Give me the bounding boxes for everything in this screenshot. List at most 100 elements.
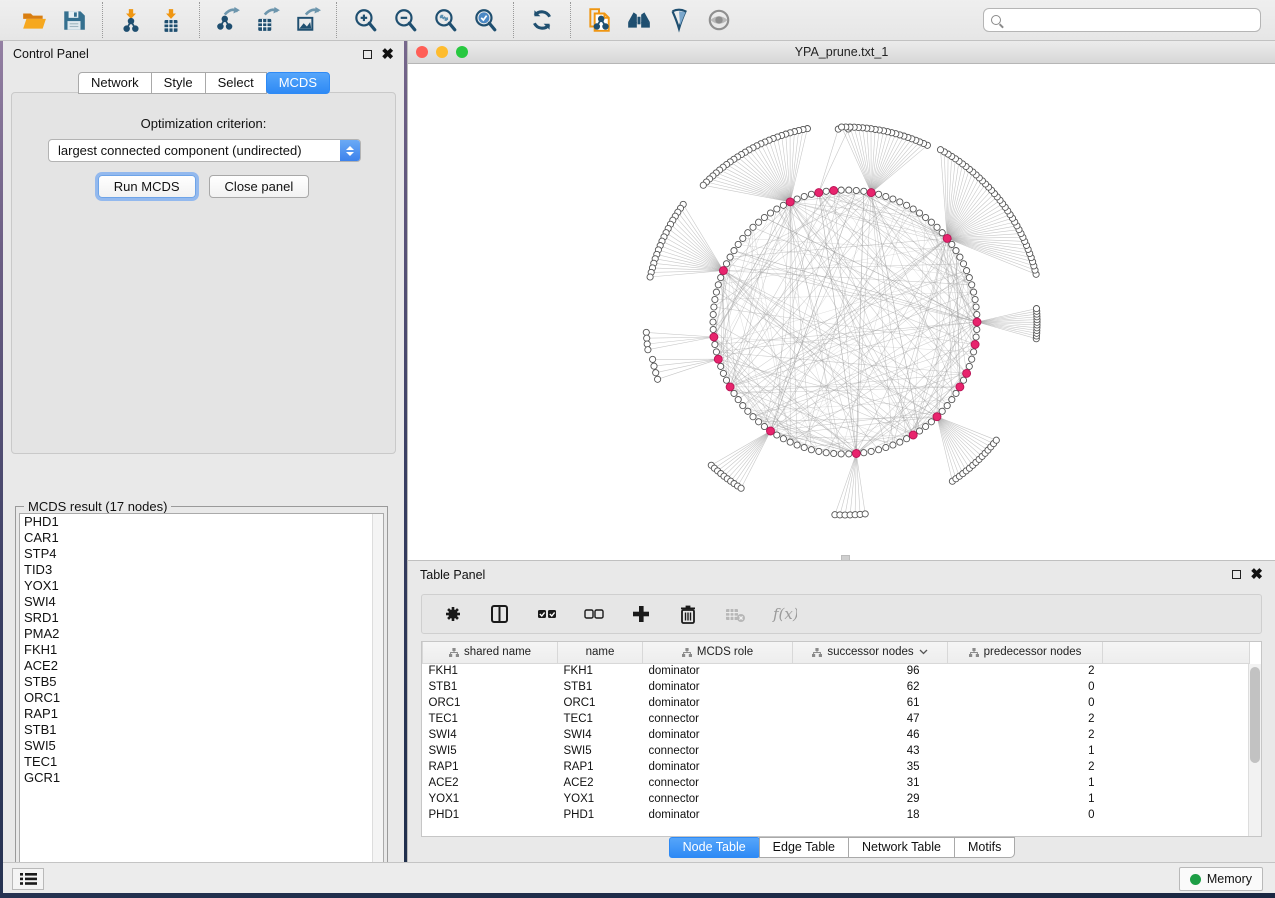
import-network-button[interactable]: [111, 3, 151, 37]
table-row[interactable]: STB1STB1dominator620: [423, 679, 1250, 695]
columns-icon: [485, 603, 515, 625]
mcds-result-item[interactable]: STB5: [20, 674, 383, 690]
close-panel-icon[interactable]: ✖: [381, 50, 394, 59]
sort-desc-icon: [919, 649, 928, 655]
list-icon: [20, 872, 37, 886]
mcds-result-item[interactable]: SWI4: [20, 594, 383, 610]
mcds-result-item[interactable]: STB1: [20, 722, 383, 738]
control-panel-title: Control Panel: [13, 47, 363, 61]
add-row-button[interactable]: [626, 599, 656, 629]
table-panel-title: Table Panel: [420, 568, 1232, 582]
network-graph[interactable]: [408, 64, 1275, 559]
open-folder-button[interactable]: [14, 3, 54, 37]
table-row[interactable]: SWI5SWI5connector431: [423, 743, 1250, 759]
criterion-select[interactable]: largest connected component (undirected): [48, 139, 361, 162]
mcds-result-item[interactable]: RAP1: [20, 706, 383, 722]
network-view-window: YPA_prune.txt_1: [407, 41, 1275, 560]
export-table-icon: [255, 7, 281, 33]
table-scrollbar[interactable]: [1248, 664, 1261, 836]
table-row[interactable]: ORC1ORC1dominator610: [423, 695, 1250, 711]
save-button[interactable]: [54, 3, 94, 37]
run-mcds-button[interactable]: Run MCDS: [98, 175, 196, 198]
share-document-button[interactable]: [579, 3, 619, 37]
mcds-result-item[interactable]: FKH1: [20, 642, 383, 658]
network-window-titlebar[interactable]: YPA_prune.txt_1: [408, 41, 1275, 64]
mcds-result-item[interactable]: GCR1: [20, 770, 383, 786]
unselect-all-button[interactable]: [579, 599, 609, 629]
task-history-button[interactable]: [12, 868, 44, 890]
tab-network[interactable]: Network: [78, 72, 152, 94]
node-table[interactable]: shared namenameMCDS rolesuccessor nodesp…: [422, 642, 1250, 823]
table-row[interactable]: SWI4SWI4dominator462: [423, 727, 1250, 743]
search-input[interactable]: [1007, 11, 1260, 29]
table-row[interactable]: PHD1PHD1dominator180: [423, 807, 1250, 823]
show-details-eye-button[interactable]: [699, 3, 739, 37]
tab-style[interactable]: Style: [151, 72, 206, 94]
float-table-panel-icon[interactable]: [1232, 570, 1241, 579]
main-toolbar: [0, 0, 1275, 41]
mcds-result-item[interactable]: STP4: [20, 546, 383, 562]
clear-table-button[interactable]: [720, 599, 750, 629]
mcds-result-item[interactable]: ORC1: [20, 690, 383, 706]
refresh-button[interactable]: [522, 3, 562, 37]
mcds-result-item[interactable]: TID3: [20, 562, 383, 578]
zoom-out-icon: [392, 7, 418, 33]
column-header-MCDS-role[interactable]: MCDS role: [643, 642, 793, 663]
search-box[interactable]: [983, 8, 1261, 32]
delete-button[interactable]: [673, 599, 703, 629]
float-panel-icon[interactable]: [363, 50, 372, 59]
column-header-shared-name[interactable]: shared name: [423, 642, 558, 663]
memory-button[interactable]: Memory: [1179, 867, 1263, 891]
zoom-selected-button[interactable]: [465, 3, 505, 37]
unselect-all-icon: [579, 603, 609, 625]
tab-edge-table[interactable]: Edge Table: [759, 837, 849, 858]
tab-motifs[interactable]: Motifs: [954, 837, 1015, 858]
column-type-icon: [449, 648, 459, 657]
column-header-name[interactable]: name: [558, 642, 643, 663]
select-all-button[interactable]: [532, 599, 562, 629]
mcds-result-item[interactable]: CAR1: [20, 530, 383, 546]
table-row[interactable]: RAP1RAP1dominator352: [423, 759, 1250, 775]
search-binoculars-button[interactable]: [619, 3, 659, 37]
zoom-in-button[interactable]: [345, 3, 385, 37]
zoom-fit-button[interactable]: [425, 3, 465, 37]
columns-button[interactable]: [485, 599, 515, 629]
search-icon: [991, 15, 1001, 25]
tab-select[interactable]: Select: [205, 72, 267, 94]
import-table-button[interactable]: [151, 3, 191, 37]
network-canvas[interactable]: [408, 64, 1275, 559]
refresh-icon: [529, 7, 555, 33]
mcds-list-scrollbar[interactable]: [372, 514, 383, 873]
mcds-result-item[interactable]: YOX1: [20, 578, 383, 594]
column-header-successor-nodes[interactable]: successor nodes: [793, 642, 948, 663]
table-row[interactable]: ACE2ACE2connector311: [423, 775, 1250, 791]
mcds-result-item[interactable]: SWI5: [20, 738, 383, 754]
table-row[interactable]: FKH1FKH1dominator962: [423, 663, 1250, 679]
memory-status-icon: [1190, 874, 1201, 885]
mcds-result-item[interactable]: PHD1: [20, 514, 383, 530]
export-network-button[interactable]: [208, 3, 248, 37]
tab-node-table[interactable]: Node Table: [669, 837, 760, 858]
column-header-predecessor-nodes[interactable]: predecessor nodes: [948, 642, 1103, 663]
table-row[interactable]: TEC1TEC1connector472: [423, 711, 1250, 727]
hide-details-button[interactable]: [659, 3, 699, 37]
table-row[interactable]: YOX1YOX1connector291: [423, 791, 1250, 807]
mcds-result-item[interactable]: PMA2: [20, 626, 383, 642]
status-bar: Memory: [3, 862, 1275, 893]
zoom-out-button[interactable]: [385, 3, 425, 37]
mcds-result-item[interactable]: ACE2: [20, 658, 383, 674]
mcds-result-list[interactable]: PHD1CAR1STP4TID3YOX1SWI4SRD1PMA2FKH1ACE2…: [19, 513, 384, 874]
table-scrollbar-thumb[interactable]: [1250, 667, 1260, 763]
export-table-button[interactable]: [248, 3, 288, 37]
tab-network-table[interactable]: Network Table: [848, 837, 955, 858]
function-button[interactable]: f(x): [767, 599, 797, 629]
gear-button[interactable]: [438, 599, 468, 629]
close-panel-button[interactable]: Close panel: [209, 175, 310, 198]
mcds-result-item[interactable]: SRD1: [20, 610, 383, 626]
export-image-button[interactable]: [288, 3, 328, 37]
close-table-panel-icon[interactable]: ✖: [1250, 570, 1263, 579]
tab-mcds[interactable]: MCDS: [266, 72, 330, 94]
mcds-result-item[interactable]: TEC1: [20, 754, 383, 770]
zoom-in-icon: [352, 7, 378, 33]
network-window-title: YPA_prune.txt_1: [408, 45, 1275, 59]
